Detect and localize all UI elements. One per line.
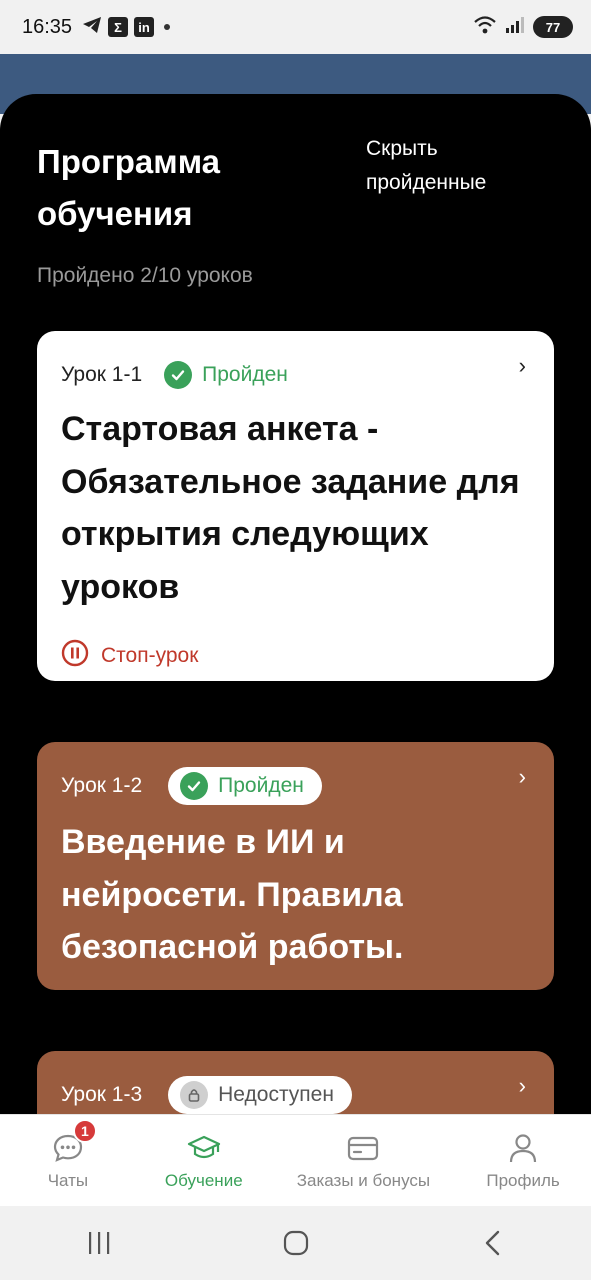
progress-text: Пройдено 2/10 уроков bbox=[37, 264, 253, 287]
recent-apps-icon bbox=[88, 1232, 109, 1254]
lesson-title: Введение в ИИ и нейросети. Правила безоп… bbox=[61, 823, 404, 966]
battery-level: 77 bbox=[545, 19, 561, 35]
pause-icon bbox=[61, 639, 89, 673]
lesson-number: Урок 1-1 bbox=[61, 363, 143, 386]
lesson-title: Стартовая анкета - Обязательное задание … bbox=[61, 410, 520, 606]
stop-lesson-label: Стоп-урок bbox=[101, 644, 199, 667]
status-badge-label: Пройден bbox=[218, 774, 304, 797]
sigma-app-icon: Σ bbox=[108, 17, 129, 37]
lesson-number: Урок 1-2 bbox=[61, 774, 143, 797]
learning-program-panel: Программа обучения Скрыть пройденные Про… bbox=[0, 94, 591, 1134]
chevron-right-icon: › bbox=[518, 764, 526, 789]
nav-item-profile[interactable]: Профиль bbox=[455, 1115, 591, 1206]
home-button[interactable] bbox=[266, 1223, 326, 1263]
status-right: 77 bbox=[473, 15, 573, 40]
status-bar: 16:35 Σ in 77 bbox=[0, 0, 591, 54]
home-icon bbox=[283, 1230, 308, 1256]
nav-item-chats[interactable]: 1 Чаты bbox=[0, 1115, 136, 1206]
person-icon bbox=[506, 1131, 540, 1165]
nav-item-learning[interactable]: Обучение bbox=[136, 1115, 272, 1206]
hide-completed-button[interactable]: Скрыть пройденные bbox=[366, 132, 556, 200]
nav-label: Профиль bbox=[486, 1170, 560, 1190]
back-button[interactable] bbox=[463, 1223, 523, 1263]
check-icon bbox=[164, 361, 193, 389]
telegram-icon bbox=[82, 16, 102, 39]
wifi-icon bbox=[473, 15, 497, 40]
status-badge: Пройден bbox=[168, 767, 322, 805]
more-notifications-dot bbox=[164, 24, 171, 30]
signal-icon bbox=[505, 16, 525, 39]
stop-lesson-flag: Стоп-урок bbox=[61, 639, 530, 673]
battery-icon: 77 bbox=[533, 16, 573, 38]
nav-label: Обучение bbox=[164, 1170, 243, 1190]
nav-item-orders-bonuses[interactable]: Заказы и бонусы bbox=[272, 1115, 455, 1206]
graduation-cap-icon bbox=[187, 1131, 221, 1165]
lesson-number: Урок 1-3 bbox=[61, 1083, 143, 1106]
lesson-card-header: Урок 1-3 Недоступен bbox=[61, 1076, 530, 1114]
chevron-right-icon: › bbox=[518, 1073, 526, 1098]
chat-icon: 1 bbox=[51, 1118, 97, 1165]
check-icon bbox=[180, 772, 209, 800]
lesson-card-header: Урок 1-1 Пройден bbox=[61, 357, 530, 393]
back-icon bbox=[485, 1230, 499, 1256]
lesson-card-1-2[interactable]: › Урок 1-2 Пройден Введение в ИИ и нейро… bbox=[37, 742, 554, 990]
status-time: 16:35 bbox=[22, 15, 73, 38]
recent-apps-button[interactable] bbox=[69, 1223, 129, 1263]
lesson-card-header: Урок 1-2 Пройден bbox=[61, 767, 530, 805]
notification-icons: Σ in bbox=[82, 16, 171, 39]
lesson-card-1-1[interactable]: › Урок 1-1 Пройден Стартовая анкета - Об… bbox=[37, 331, 554, 681]
linkedin-icon: in bbox=[134, 17, 155, 37]
status-badge: Недоступен bbox=[168, 1076, 352, 1114]
status-badge: Пройден bbox=[164, 356, 288, 394]
nav-label: Чаты bbox=[47, 1170, 89, 1190]
chevron-right-icon: › bbox=[518, 353, 526, 378]
status-badge-label: Недоступен bbox=[218, 1083, 334, 1106]
status-badge-label: Пройден bbox=[202, 363, 288, 386]
lock-icon bbox=[180, 1081, 209, 1109]
unread-count-badge: 1 bbox=[72, 1118, 97, 1143]
page-title: Программа обучения bbox=[37, 143, 221, 232]
bottom-nav: 1 Чаты Обучение Заказы и бонусы Профиль bbox=[0, 1114, 591, 1206]
card-icon bbox=[346, 1131, 380, 1165]
system-nav-bar bbox=[0, 1206, 591, 1280]
nav-label: Заказы и бонусы bbox=[296, 1170, 431, 1190]
